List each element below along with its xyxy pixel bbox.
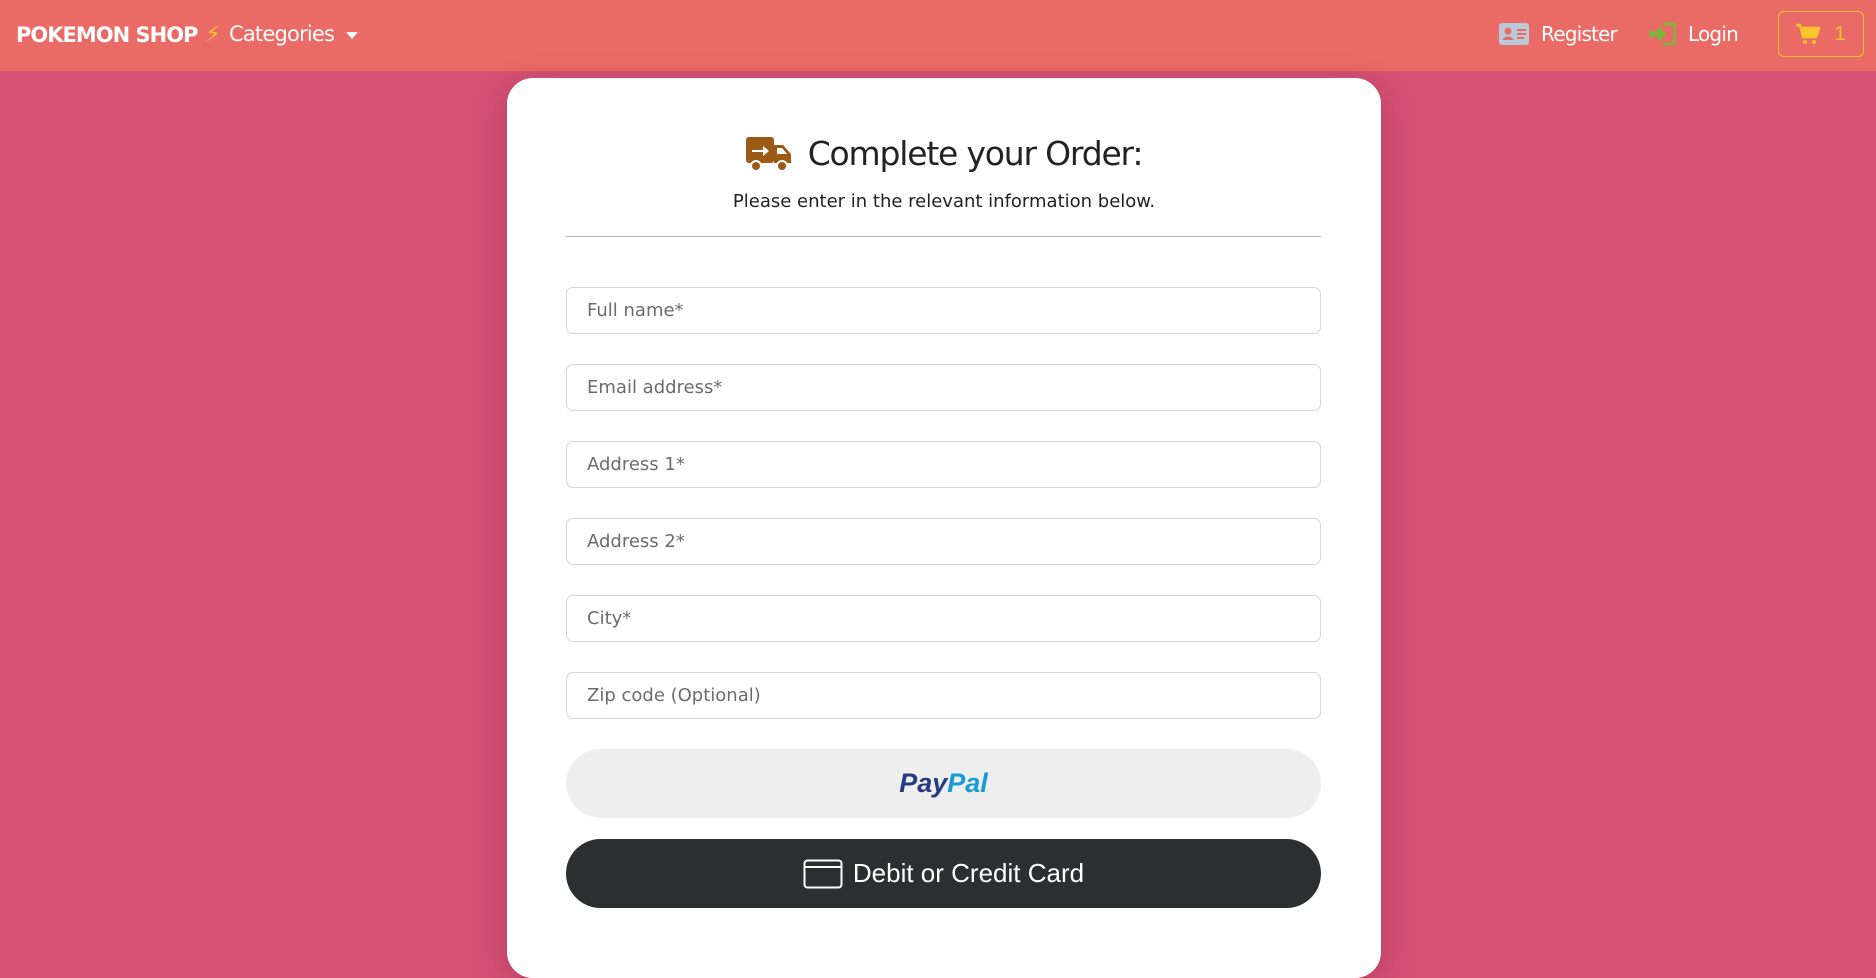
categories-dropdown[interactable]: Categories bbox=[229, 22, 359, 46]
cart-button[interactable]: 1 bbox=[1778, 11, 1864, 57]
sign-in-icon bbox=[1649, 22, 1676, 46]
login-link[interactable]: Login bbox=[1648, 22, 1739, 46]
full-name-field[interactable] bbox=[566, 287, 1321, 334]
register-link[interactable]: Register bbox=[1499, 22, 1618, 46]
credit-card-icon bbox=[803, 859, 843, 888]
brand-name: POKEMON SHOP bbox=[16, 22, 198, 47]
register-label: Register bbox=[1541, 22, 1618, 46]
top-navbar: POKEMON SHOP ⚡ Categories Register Login bbox=[0, 0, 1876, 71]
email-field[interactable] bbox=[566, 364, 1321, 411]
paypal-logo-pal: Pal bbox=[947, 768, 988, 798]
lightning-bolt-icon: ⚡ bbox=[205, 22, 220, 47]
debit-credit-card-button[interactable]: Debit or Credit Card bbox=[566, 839, 1321, 908]
shopping-cart-icon bbox=[1796, 23, 1821, 44]
id-card-icon bbox=[1499, 23, 1529, 45]
paypal-button[interactable]: Pay Pal bbox=[566, 749, 1321, 818]
order-heading: Complete your Order: bbox=[507, 134, 1381, 173]
city-field[interactable] bbox=[566, 595, 1321, 642]
brand-link[interactable]: POKEMON SHOP ⚡ bbox=[16, 22, 221, 47]
paypal-logo-pay: Pay bbox=[899, 768, 948, 798]
order-subtitle: Please enter in the relevant information… bbox=[732, 191, 1156, 212]
categories-label: Categories bbox=[229, 22, 335, 46]
address-2-field[interactable] bbox=[566, 518, 1321, 565]
chevron-down-icon bbox=[346, 31, 359, 39]
address-1-field[interactable] bbox=[566, 441, 1321, 488]
order-title: Complete your Order: bbox=[807, 134, 1144, 173]
zip-code-field[interactable] bbox=[566, 672, 1321, 719]
divider bbox=[566, 236, 1321, 237]
login-label: Login bbox=[1688, 22, 1739, 46]
shipping-truck-icon bbox=[745, 136, 791, 172]
cart-count: 1 bbox=[1834, 22, 1846, 45]
order-card: Complete your Order: Please enter in the… bbox=[507, 78, 1381, 978]
card-button-label: Debit or Credit Card bbox=[852, 858, 1085, 888]
